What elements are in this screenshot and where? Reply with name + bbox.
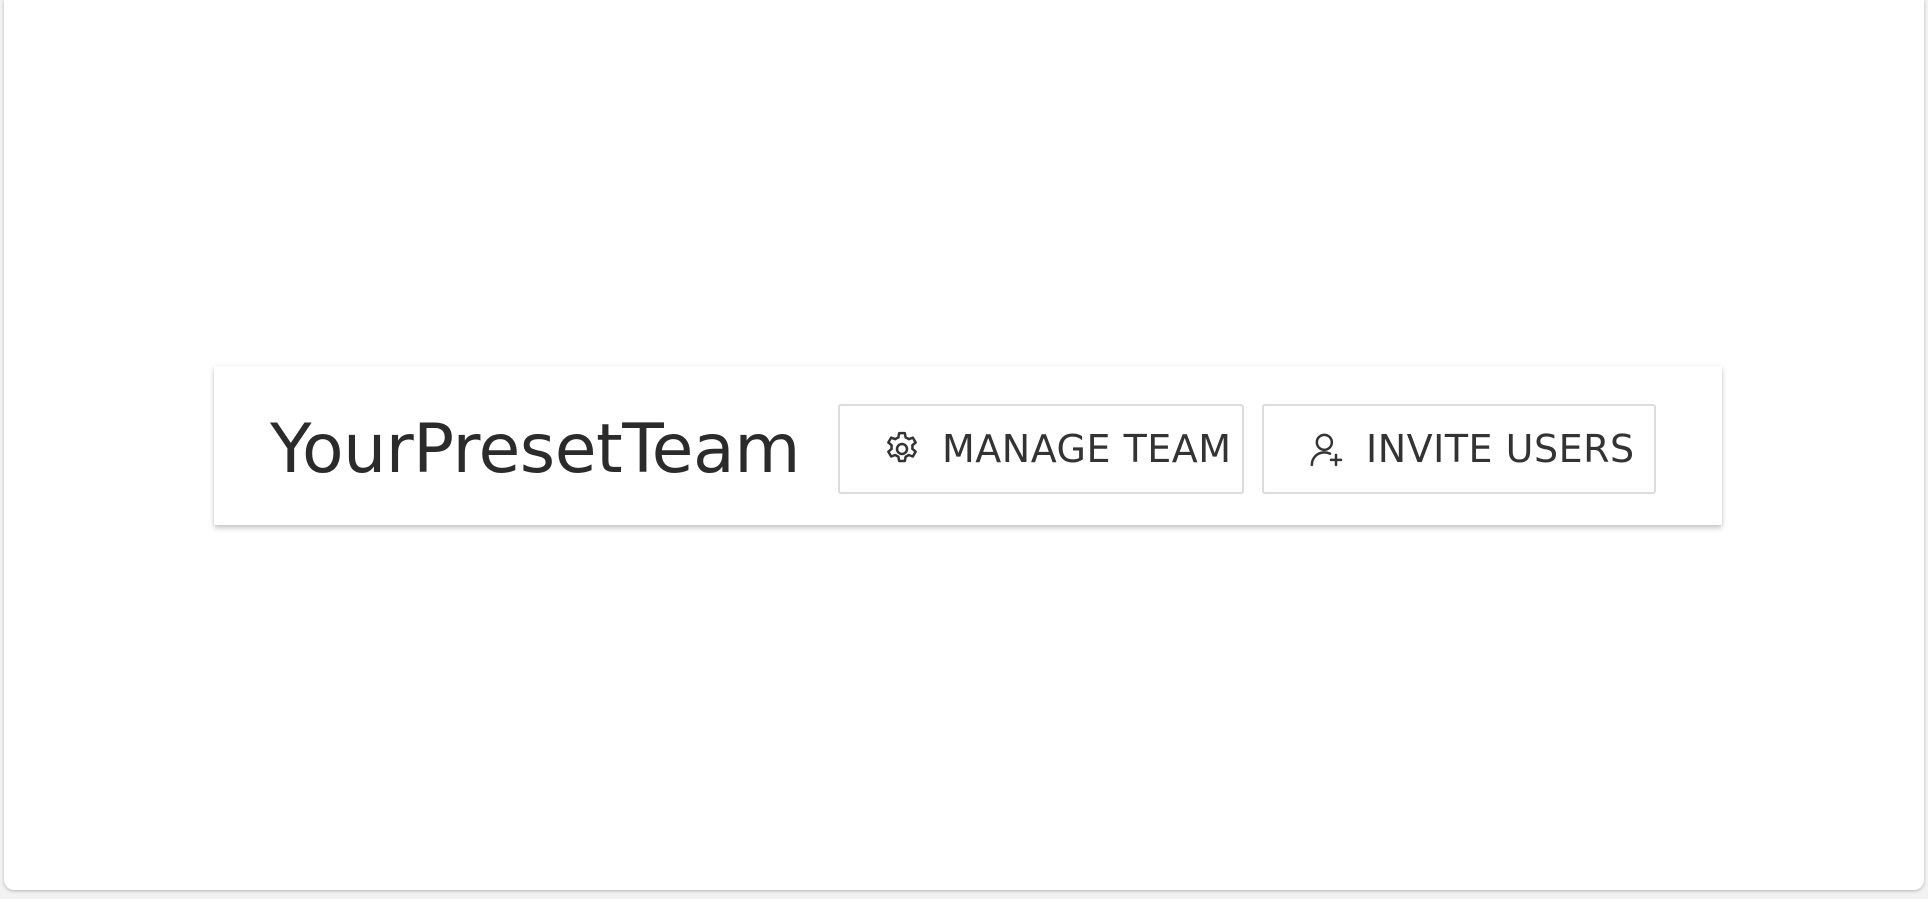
invite-users-button[interactable]: INVITE USERS <box>1262 404 1656 494</box>
user-plus-icon <box>1306 429 1346 469</box>
team-name: YourPresetTeam <box>270 410 800 489</box>
gear-icon <box>882 429 922 469</box>
team-header: YourPresetTeam MANAGE TEAM INVITE USERS <box>214 366 1722 525</box>
manage-team-label: MANAGE TEAM <box>942 427 1232 471</box>
manage-team-button[interactable]: MANAGE TEAM <box>838 404 1244 494</box>
invite-users-label: INVITE USERS <box>1366 427 1635 471</box>
page-frame: YourPresetTeam MANAGE TEAM INVITE USERS <box>4 0 1924 890</box>
